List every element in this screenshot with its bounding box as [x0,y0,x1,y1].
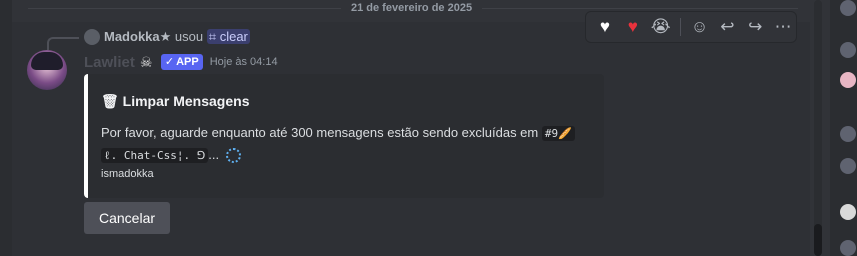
slash-command-icon: ⌗ [208,29,217,44]
white-heart-icon[interactable]: ♥ [592,14,618,40]
reply-connector [47,37,79,50]
member-avatar[interactable] [840,126,856,142]
left-gutter [0,0,12,256]
member-list [836,0,857,256]
author-avatar[interactable] [27,50,67,90]
add-reaction-icon[interactable]: ☺ [687,14,713,40]
message-toolbar: ♥ ♥ 😭 ☺ ↩ ↪ ⋯ [585,11,797,43]
reply-username[interactable]: Madokka [104,29,160,44]
member-avatar[interactable] [840,0,856,16]
toolbar-separator [679,18,681,36]
reply-icon[interactable]: ↩ [714,14,740,40]
trash-icon: 🗑 [101,93,119,109]
embed-description: Por favor, aguarde enquanto até 300 mens… [101,122,581,166]
more-icon[interactable]: ⋯ [770,14,796,40]
date-divider: 21 de fevereiro de 2025 [341,0,483,16]
ellipsis: ... [208,147,220,162]
scrollbar-thumb[interactable] [814,224,822,256]
check-icon: ✓ [164,56,175,68]
reply-avatar[interactable] [84,29,100,45]
member-avatar[interactable] [840,158,856,174]
author-name[interactable]: Lawliet [84,54,135,71]
red-heart-icon[interactable]: ♥ [620,14,646,40]
forward-icon[interactable]: ↪ [742,14,768,40]
channel-code-1: #9🥖 [541,126,575,141]
embed: 🗑 Limpar Mensagens Por favor, aguarde en… [84,74,604,198]
crying-face-icon[interactable]: 😭 [648,14,674,40]
timestamp[interactable]: Hoje às 04:14 [210,56,278,68]
reply-used-text: usou [174,29,204,44]
loading-icon [225,148,241,164]
member-avatar[interactable] [840,42,856,58]
member-avatar[interactable] [840,72,856,88]
member-avatar[interactable] [840,240,856,256]
skull-rose-icon: ☠ [139,54,153,70]
embed-footer: ismadokka [101,168,154,180]
reply-username-suffix: ★ [159,29,172,44]
channel-code-2: ℓ. Chat-Css¦. ⅁ [101,148,209,163]
member-avatar[interactable] [840,204,856,220]
app-badge: ✓ APP [160,54,203,70]
command-mention[interactable]: ⌗ clear [206,29,250,44]
cancel-button[interactable]: Cancelar [84,202,170,234]
message-header: Lawliet ☠ ✓ APP Hoje às 04:14 [84,53,278,71]
command-name: clear [219,29,248,44]
embed-title: 🗑 Limpar Mensagens [101,93,250,109]
command-reply[interactable]: Madokka★ usou ⌗ clear [104,29,250,45]
scrollbar-track[interactable] [814,0,822,256]
